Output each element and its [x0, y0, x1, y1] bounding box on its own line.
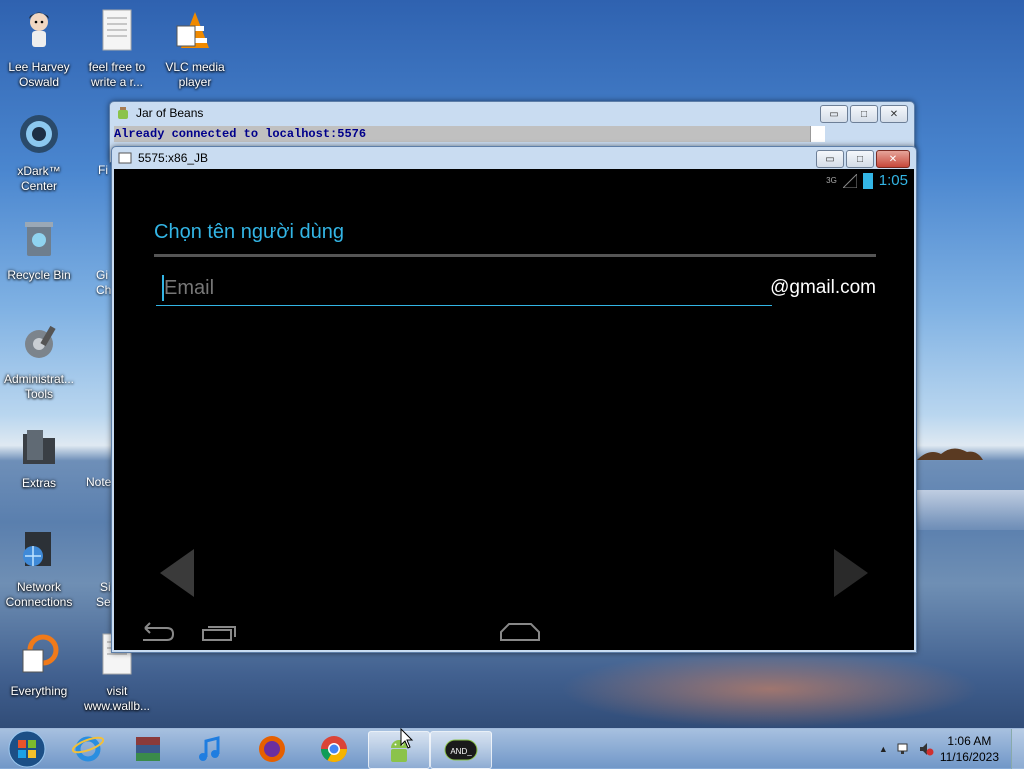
- winrar-icon: [136, 737, 160, 761]
- console-scroll-button[interactable]: [810, 126, 825, 142]
- windows-logo-icon: [8, 730, 46, 768]
- svg-text:AND_: AND_: [450, 747, 472, 756]
- signal-type: 3G: [826, 176, 837, 185]
- taskbar-itunes[interactable]: [180, 731, 240, 767]
- partial-label: Si: [100, 580, 111, 594]
- window-title: 5575:x86_JB: [138, 151, 209, 165]
- clock-time: 1:06 AM: [947, 734, 992, 748]
- divider: [154, 254, 876, 257]
- internet-explorer-icon: [72, 736, 104, 762]
- desktop-icon-admin-tools[interactable]: Administrat... Tools: [1, 320, 77, 402]
- android-jar-icon: [118, 107, 128, 119]
- icon-label: visit www.wallb...: [83, 684, 151, 713]
- folder-icon: [23, 430, 55, 464]
- taskbar-android-sdk[interactable]: AND_: [430, 731, 492, 769]
- android-screen[interactable]: 3G 1:05 Chọn tên người dùng @gmail.com: [114, 169, 914, 650]
- vlc-icon: [176, 12, 209, 48]
- desktop-icon-extras[interactable]: Extras: [1, 424, 77, 491]
- desktop-icon-feel-free[interactable]: feel free to write a r...: [79, 8, 155, 90]
- maximize-button[interactable]: □: [846, 150, 874, 168]
- minimize-button[interactable]: ▭: [816, 150, 844, 168]
- clock-date: 11/16/2023: [939, 750, 999, 764]
- close-button[interactable]: ✕: [880, 105, 908, 123]
- desktop-icon-network[interactable]: Network Connections: [1, 528, 77, 610]
- partial-label: Fi: [98, 163, 108, 177]
- network-status-icon[interactable]: [896, 741, 912, 757]
- maximize-button[interactable]: □: [850, 105, 878, 123]
- rocks: [917, 448, 983, 460]
- desktop-icon-xdark[interactable]: xDark™ Center: [1, 112, 77, 194]
- desktop-icon-lee-harvey-oswald[interactable]: Lee Harvey Oswald: [1, 8, 77, 90]
- previous-arrow-button[interactable]: [160, 549, 194, 597]
- xdark-icon: [20, 115, 58, 153]
- icon-label: VLC media player: [165, 60, 225, 89]
- shoreline: [915, 490, 1024, 530]
- taskbar-android[interactable]: [368, 731, 430, 769]
- email-domain: @gmail.com: [770, 277, 876, 298]
- titlebar[interactable]: 5575:x86_JB: [112, 147, 916, 169]
- partial-label: Note: [86, 475, 112, 489]
- page-title: Chọn tên người dùng: [154, 221, 344, 243]
- window-app-icon: [118, 152, 132, 164]
- recycle-bin-icon: [25, 222, 53, 256]
- character-icon: [29, 12, 49, 47]
- show-desktop-button[interactable]: [1011, 729, 1024, 769]
- icon-label: Extras: [21, 476, 56, 490]
- volume-muted-icon[interactable]: [918, 741, 934, 757]
- text-cursor: [162, 275, 164, 301]
- sunset-reflection: [560, 650, 980, 728]
- everything-icon: [22, 634, 59, 673]
- next-arrow-button[interactable]: [834, 549, 868, 597]
- icon-label: Lee Harvey Oswald: [8, 60, 70, 89]
- mouse-pointer-icon: [400, 728, 414, 749]
- clock[interactable]: 1:06 AM 11/16/2023: [940, 733, 999, 765]
- home-icon: [500, 623, 540, 641]
- emulator-window[interactable]: 5575:x86_JB ▭ □ ✕ 3G 1:05 Chọn tên người…: [111, 146, 917, 653]
- icon-label: Network Connections: [5, 580, 73, 609]
- partial-label: Gi: [96, 268, 108, 282]
- battery-icon: [862, 172, 873, 189]
- desktop-icon-vlc[interactable]: VLC media player: [157, 8, 233, 90]
- partial-label: Ch: [96, 283, 112, 297]
- icon-label: feel free to write a r...: [88, 60, 146, 89]
- signal-icon: [842, 173, 857, 188]
- android-navbar: [114, 616, 914, 650]
- icon-label: Everything: [10, 684, 68, 698]
- itunes-icon: [199, 736, 220, 761]
- show-hidden-icons-button[interactable]: ▲: [879, 744, 888, 754]
- network-icon: [23, 532, 51, 566]
- recents-icon: [202, 626, 236, 641]
- window-title: Jar of Beans: [136, 106, 204, 120]
- titlebar[interactable]: Jar of Beans: [110, 102, 914, 124]
- back-icon: [143, 622, 175, 641]
- home-button[interactable]: [498, 622, 542, 642]
- status-bar: 3G 1:05: [826, 172, 908, 189]
- admin-tools-icon: [25, 325, 56, 358]
- android-sdk-icon: AND_: [444, 739, 478, 761]
- icon-label: xDark™ Center: [17, 164, 61, 193]
- icon-label: Administrat... Tools: [3, 372, 75, 401]
- close-button[interactable]: ✕: [876, 150, 910, 168]
- console-output: Already connected to localhost:5576: [114, 126, 811, 142]
- taskbar-chrome[interactable]: [304, 731, 364, 767]
- desktop-icon-recycle-bin[interactable]: Recycle Bin: [1, 216, 77, 283]
- desktop-icon-everything[interactable]: Everything: [1, 632, 77, 699]
- partial-label: Se: [96, 595, 111, 609]
- taskbar: AND_ ▲ 1:06 AM 11/16/2023: [0, 728, 1024, 769]
- firefox-icon: [259, 736, 285, 762]
- taskbar-internet-explorer[interactable]: [58, 731, 118, 767]
- icon-label: Recycle Bin: [7, 268, 71, 282]
- taskbar-winrar[interactable]: [118, 731, 178, 767]
- start-button[interactable]: [4, 729, 50, 769]
- taskbar-firefox[interactable]: [242, 731, 302, 767]
- system-tray: ▲ 1:06 AM 11/16/2023: [879, 729, 1024, 769]
- chrome-icon: [320, 736, 348, 763]
- recents-button[interactable]: [200, 622, 240, 642]
- minimize-button[interactable]: ▭: [820, 105, 848, 123]
- text-file-icon: [102, 9, 132, 51]
- back-button[interactable]: [136, 622, 176, 642]
- status-time: 1:05: [878, 172, 908, 189]
- email-field[interactable]: [156, 271, 772, 306]
